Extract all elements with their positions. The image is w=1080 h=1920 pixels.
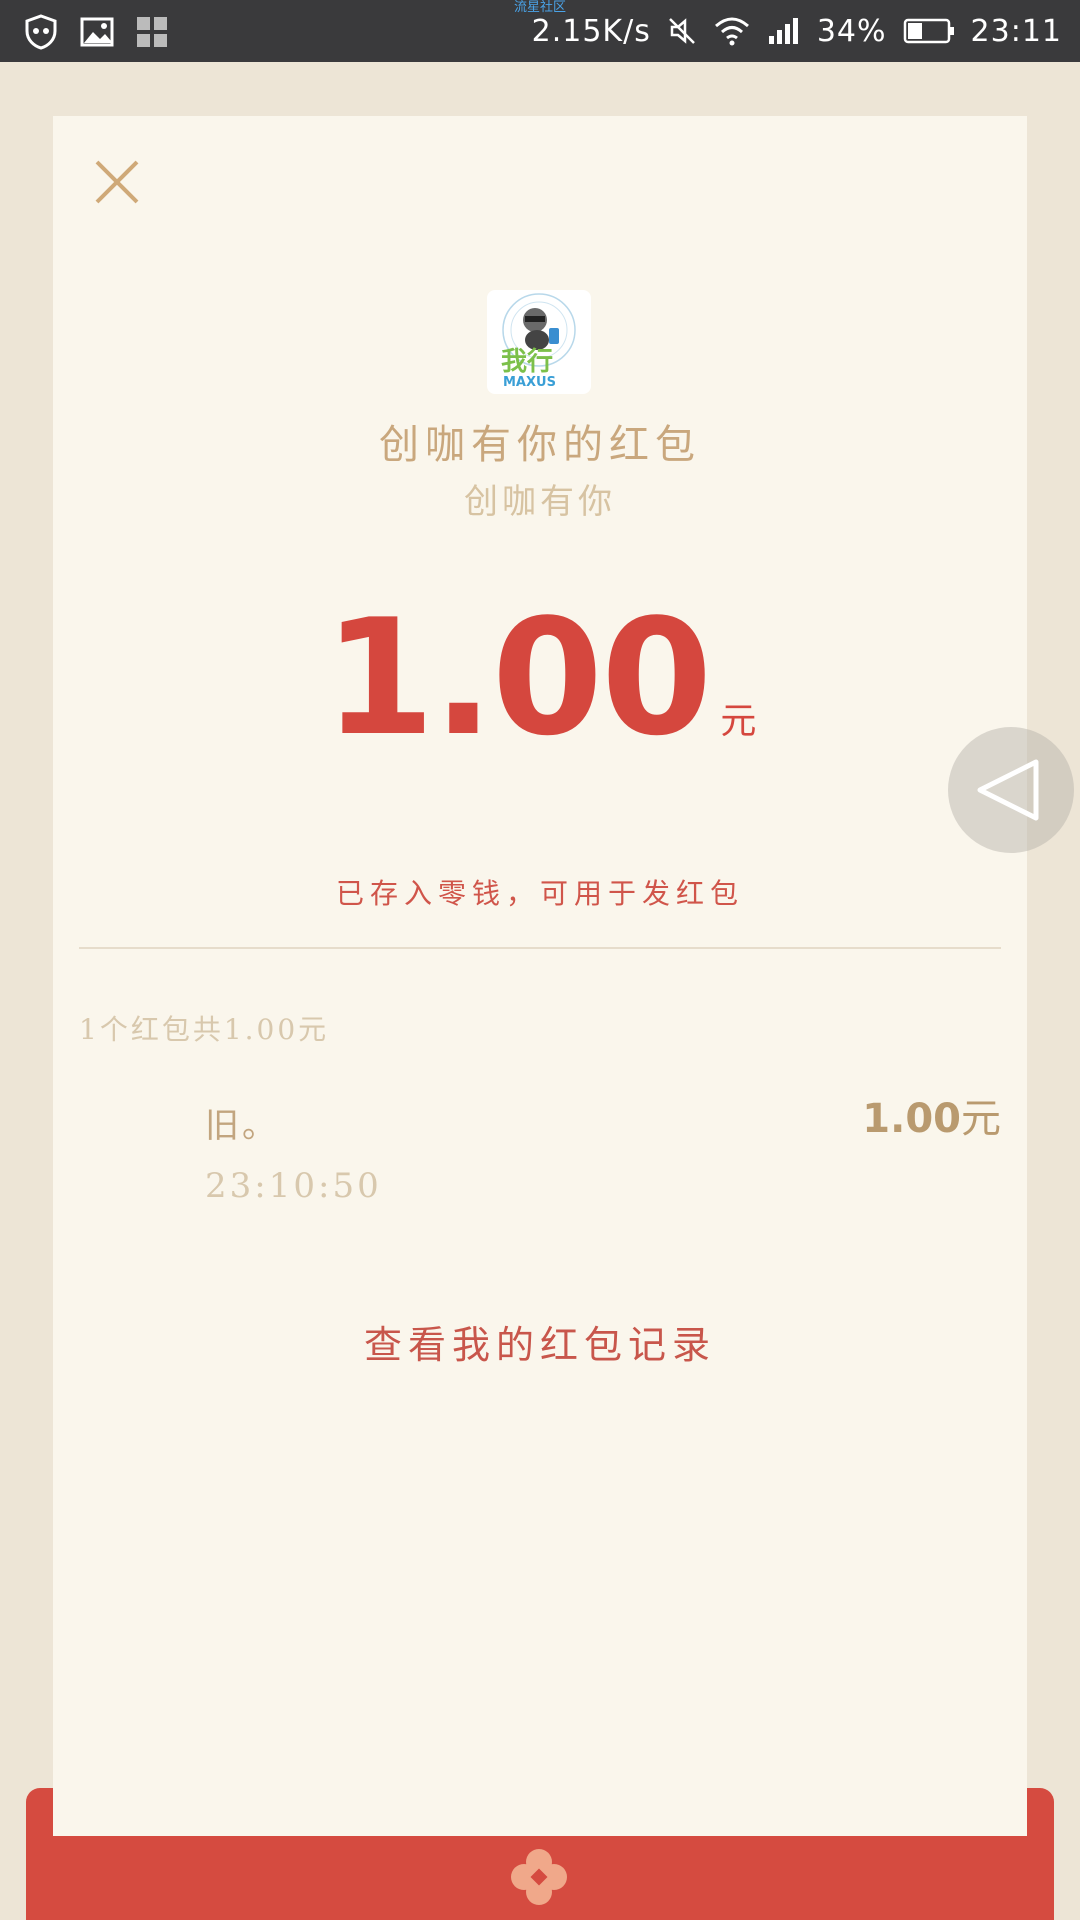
- clock: 23:11: [970, 13, 1062, 49]
- floating-back-button[interactable]: [948, 727, 1074, 853]
- view-records-link[interactable]: 查看我的红包记录: [53, 1314, 1027, 1369]
- red-packet-detail-card: 我行 MAXUS 创咖有你的红包 创咖有你 1.00 元 已存入零钱，可用于发红包…: [53, 116, 1027, 1836]
- logo-subtext: MAXUS: [503, 375, 556, 390]
- network-speed: 2.15K/s: [531, 13, 651, 49]
- wifi-icon: [713, 16, 751, 46]
- packet-title: 创咖有你的红包: [379, 422, 701, 468]
- flower-icon: [511, 1849, 567, 1905]
- divider: [79, 947, 1001, 949]
- close-button[interactable]: [87, 152, 147, 212]
- back-triangle-icon: [977, 759, 1039, 821]
- mute-icon: [667, 16, 697, 46]
- logo-text: 我行: [501, 346, 553, 377]
- record-time: 23:10:50: [205, 1166, 382, 1206]
- battery-level: 34%: [816, 13, 887, 49]
- image-icon: [80, 17, 114, 47]
- signal-icon: [767, 16, 801, 46]
- record-name: 旧。: [205, 1106, 279, 1146]
- status-bar: 流星社区 2.15K/s 34% 23:11: [0, 0, 1080, 62]
- record-amount-unit: 元: [961, 1096, 1001, 1142]
- apps-icon: [136, 16, 168, 48]
- shield-icon: [24, 14, 58, 50]
- amount-value: 1.00: [323, 584, 713, 771]
- packet-subtitle: 创咖有你: [464, 482, 616, 522]
- battery-icon: [903, 17, 955, 45]
- close-icon: [95, 160, 139, 204]
- records-summary: 1个红包共1.00元: [79, 1013, 330, 1046]
- saved-notice: 已存入零钱，可用于发红包: [335, 877, 744, 910]
- card-zigzag-edge: [53, 1820, 1027, 1828]
- record-amount-value: 1.00: [862, 1096, 961, 1142]
- record-amount: 1.00元: [862, 1086, 1001, 1144]
- amount-unit: 元: [720, 701, 757, 742]
- amount-display: 1.00 元: [53, 584, 1027, 771]
- sender-avatar: 我行 MAXUS: [487, 290, 591, 394]
